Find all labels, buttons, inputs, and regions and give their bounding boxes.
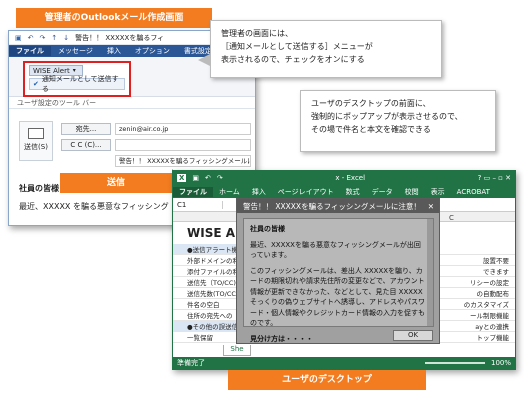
redo-icon[interactable]: ↷: [40, 34, 46, 42]
popup-greeting: 社員の皆様: [250, 225, 285, 233]
tab-file[interactable]: ファイル: [173, 186, 213, 197]
popup-title: 警告！！ XXXXXを騙るフィッシングメールに注意！ ✕: [237, 199, 439, 213]
excel-title: x - Excel: [335, 174, 366, 182]
column-c-header[interactable]: C: [449, 214, 454, 222]
to-button[interactable]: 宛先...: [61, 123, 111, 135]
down-arrow-icon[interactable]: ↓: [63, 34, 69, 42]
excel-ribbon-tabs: ファイル ホーム 挿入 ページレイアウト 数式 データ 校閲 表示 ACROBA…: [173, 185, 515, 198]
tab-formulas[interactable]: 数式: [340, 187, 366, 197]
popup-message-body: 社員の皆様 最近、XXXXXを騙る悪意なフィッシングメールが出回っています。 こ…: [243, 218, 434, 343]
send-button[interactable]: 送信(S): [19, 121, 53, 161]
wise-alert-menu-item[interactable]: ✔ 通知メールとして送信する: [29, 75, 125, 93]
subject-field[interactable]: 警告！！ XXXXXを騙るフィッシングメールに注意！: [115, 155, 251, 167]
cc-field[interactable]: [115, 139, 251, 151]
message-body-line2: 最近、XXXXX を騙る悪意なフィッシング: [19, 202, 169, 211]
zoom-level[interactable]: 100%: [491, 359, 511, 367]
name-box[interactable]: C1: [173, 200, 223, 209]
sheet-tab[interactable]: She: [223, 345, 251, 356]
admin-callout: 管理者の画面には、 ［通知メールとして送信する］メニューが 表示されるので、チェ…: [210, 20, 442, 78]
tab-file[interactable]: ファイル: [9, 46, 51, 56]
undo-icon[interactable]: ↶: [28, 34, 34, 42]
tab-data[interactable]: データ: [366, 187, 399, 197]
ok-button[interactable]: OK: [393, 330, 433, 341]
to-field[interactable]: zenin@air.co.jp: [115, 123, 251, 135]
user-desktop-banner: ユーザのデスクトップ: [228, 370, 426, 390]
redo-icon[interactable]: ↷: [217, 174, 223, 182]
popup-paragraph-1: 最近、XXXXXを騙る悪意なフィッシングメールが出回っています。: [250, 240, 421, 260]
alert-popup: 警告！！ XXXXXを騙るフィッシングメールに注意！ ✕ 社員の皆様 最近、XX…: [236, 198, 440, 344]
user-callout: ユーザのデスクトップの前面に、 強制的にポップアップが表示させるので、 その場で…: [300, 90, 496, 152]
tab-home[interactable]: ホーム: [213, 187, 246, 197]
status-ready: 準備完了: [177, 359, 205, 367]
tab-options[interactable]: オプション: [128, 46, 177, 56]
tab-message[interactable]: メッセージ: [51, 46, 100, 56]
admin-screen-banner: 管理者のOutlookメール作成画面: [16, 8, 212, 28]
tab-page-layout[interactable]: ページレイアウト: [272, 187, 340, 197]
ribbon-group-label: ユーザ設定のツール バー: [9, 97, 255, 109]
excel-logo-icon: X: [177, 174, 187, 182]
cc-button[interactable]: C C (C)...: [61, 139, 111, 151]
admin-callout-pointer: [198, 54, 210, 66]
window-title: 警告！！ XXXXXを騙るフィ: [75, 33, 165, 42]
window-controls[interactable]: ? ▭ – ▫ ✕: [478, 174, 511, 182]
send-arrow: 送信: [60, 169, 190, 197]
tab-insert[interactable]: 挿入: [100, 46, 128, 56]
wise-alert-highlight: WISE Alert ▾ ✔ 通知メールとして送信する: [23, 61, 131, 97]
tab-insert[interactable]: 挿入: [246, 187, 272, 197]
save-icon[interactable]: ▣: [192, 174, 199, 182]
chevron-down-icon: ▾: [72, 67, 76, 74]
send-label: 送信: [60, 173, 172, 193]
tab-review[interactable]: 校閲: [399, 187, 425, 197]
check-icon: ✔: [33, 80, 39, 88]
popup-paragraph-2: このフィッシングメールは、差出人 XXXXXを騙り、カードの期限切れや請求先住所…: [250, 266, 425, 328]
close-icon[interactable]: ✕: [423, 202, 439, 211]
up-arrow-icon[interactable]: ↑: [51, 34, 57, 42]
send-envelope-icon: [28, 128, 44, 139]
zoom-slider[interactable]: [424, 362, 485, 364]
undo-icon[interactable]: ↶: [205, 174, 211, 182]
popup-scrollbar[interactable]: [427, 219, 433, 326]
message-body-line1: 社員の皆様: [19, 184, 59, 193]
excel-status-bar: 準備完了 100%: [173, 357, 515, 369]
excel-titlebar: X ▣ ↶ ↷ x - Excel ? ▭ – ▫ ✕: [173, 171, 515, 185]
tab-acrobat[interactable]: ACROBAT: [451, 188, 496, 196]
tab-view[interactable]: 表示: [425, 187, 451, 197]
save-icon[interactable]: ▣: [15, 34, 22, 42]
